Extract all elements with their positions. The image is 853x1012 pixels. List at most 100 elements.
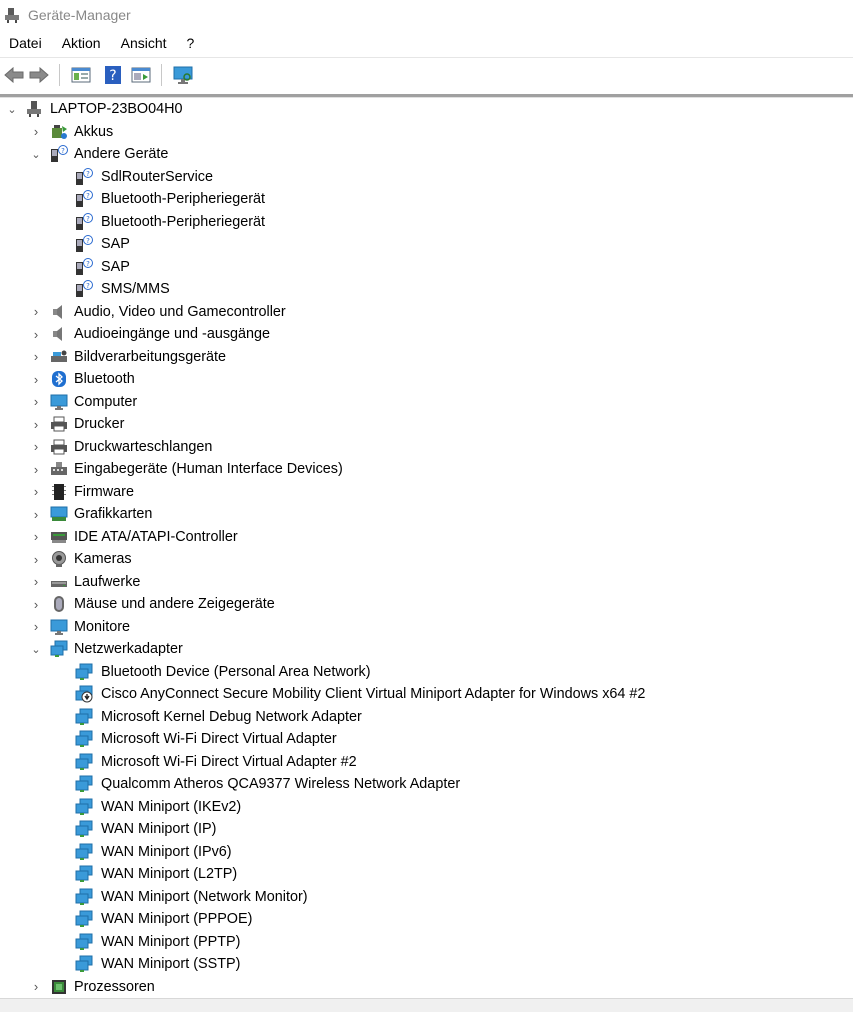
chevron-right-icon[interactable]: › — [30, 597, 42, 612]
tree-item[interactable]: › Akkus — [30, 121, 113, 144]
title-bar: Geräte-Manager — [0, 0, 853, 30]
chevron-right-icon[interactable]: › — [30, 439, 42, 454]
tree-root[interactable]: ⌄ LAPTOP-23BO04H0 — [6, 98, 183, 121]
network-adapter-icon — [75, 910, 93, 928]
chevron-right-icon[interactable]: › — [30, 124, 42, 139]
tree-item[interactable]: WAN Miniport (SSTP) — [75, 953, 240, 976]
properties-icon[interactable] — [70, 64, 92, 86]
tree-item[interactable]: › Laufwerke — [30, 571, 141, 594]
tree-item[interactable]: Bluetooth Device (Personal Area Network) — [75, 661, 371, 684]
tree-item[interactable]: ? Bluetooth-Peripheriegerät — [75, 188, 265, 211]
tree-item[interactable]: › Bluetooth — [30, 368, 135, 391]
tree-item[interactable]: › Eingabegeräte (Human Interface Devices) — [30, 458, 343, 481]
tree-item[interactable]: WAN Miniport (IKEv2) — [75, 796, 241, 819]
chevron-right-icon[interactable]: › — [30, 349, 42, 364]
tree-item[interactable]: › Druckwarteschlangen — [30, 436, 213, 459]
svg-text:?: ? — [86, 192, 90, 200]
tree-item-label: Computer — [74, 393, 138, 410]
chevron-right-icon[interactable]: › — [30, 552, 42, 567]
tree-item-label: WAN Miniport (IPv6) — [101, 843, 232, 860]
monitor-scan-icon[interactable] — [172, 64, 194, 86]
window-title: Geräte-Manager — [28, 7, 131, 23]
tree-item-label: WAN Miniport (L2TP) — [101, 866, 238, 883]
tree-item[interactable]: WAN Miniport (IPv6) — [75, 841, 232, 864]
tree-item[interactable]: › Audio, Video und Gamecontroller — [30, 301, 286, 324]
tree-item[interactable]: ? Bluetooth-Peripheriegerät — [75, 211, 265, 234]
tree-item[interactable]: › Firmware — [30, 481, 134, 504]
chevron-right-icon[interactable]: › — [30, 979, 42, 994]
tree-item-label: SAP — [101, 236, 130, 253]
svg-text:?: ? — [61, 147, 65, 155]
svg-text:?: ? — [109, 68, 116, 84]
tree-item-label: WAN Miniport (PPTP) — [101, 933, 241, 950]
tree-item[interactable]: WAN Miniport (PPPOE) — [75, 908, 252, 931]
chevron-right-icon[interactable]: › — [30, 507, 42, 522]
tree-item-label: LAPTOP-23BO04H0 — [50, 101, 183, 118]
chevron-right-icon[interactable]: › — [30, 394, 42, 409]
tree-item[interactable]: › Prozessoren — [30, 976, 155, 999]
tree-item-label: Monitore — [74, 618, 130, 635]
device-tree[interactable]: ⌄ LAPTOP-23BO04H0 › Akkus ⌄? Andere Geräte? S… — [0, 98, 853, 1000]
tree-item[interactable]: ⌄ Netzwerkadapter — [30, 638, 183, 661]
svg-text:?: ? — [86, 260, 90, 268]
chevron-right-icon[interactable]: › — [30, 417, 42, 432]
tree-item[interactable]: WAN Miniport (IP) — [75, 818, 216, 841]
tree-item[interactable]: Cisco AnyConnect Secure Mobility Client … — [75, 683, 645, 706]
menu-ansicht[interactable]: Ansicht — [111, 30, 177, 57]
tree-item[interactable]: ? SAP — [75, 233, 130, 256]
tree-item[interactable]: WAN Miniport (Network Monitor) — [75, 886, 308, 909]
tree-item[interactable]: Microsoft Wi-Fi Direct Virtual Adapter #… — [75, 751, 357, 774]
scanner-icon — [50, 348, 68, 366]
tree-item[interactable]: › Computer — [30, 391, 137, 414]
tree-item[interactable]: › Bildverarbeitungsgeräte — [30, 346, 226, 369]
network-adapter-icon — [75, 820, 93, 838]
tree-item[interactable]: Qualcomm Atheros QCA9377 Wireless Networ… — [75, 773, 460, 796]
tree-item[interactable]: › IDE ATA/ATAPI-Controller — [30, 526, 238, 549]
chevron-right-icon[interactable]: › — [30, 462, 42, 477]
tree-item[interactable]: Microsoft Wi-Fi Direct Virtual Adapter — [75, 728, 337, 751]
unknown-device-icon: ? — [75, 190, 93, 208]
hid-icon — [50, 460, 68, 478]
network-adapter-icon — [75, 663, 93, 681]
menu-aktion[interactable]: Aktion — [52, 30, 111, 57]
tree-item-label: Akkus — [74, 123, 114, 140]
forward-icon[interactable] — [28, 64, 50, 86]
chevron-right-icon[interactable]: › — [30, 484, 42, 499]
tree-item[interactable]: › Mäuse und andere Zeigegeräte — [30, 593, 275, 616]
tree-item[interactable]: › Kameras — [30, 548, 132, 571]
tree-item[interactable]: WAN Miniport (L2TP) — [75, 863, 237, 886]
tree-item[interactable]: › Grafikkarten — [30, 503, 153, 526]
tree-item[interactable]: › Monitore — [30, 616, 130, 639]
tree-item-label: SdlRouterService — [101, 168, 213, 185]
toolbar: ? — [0, 58, 853, 92]
tree-item[interactable]: ? SAP — [75, 256, 130, 279]
back-icon[interactable] — [3, 64, 25, 86]
chevron-right-icon[interactable]: › — [30, 619, 42, 634]
network-adapter-icon — [75, 865, 93, 883]
chevron-right-icon[interactable]: › — [30, 304, 42, 319]
tree-item-label: Qualcomm Atheros QCA9377 Wireless Networ… — [101, 776, 461, 793]
menu-bar: Datei Aktion Ansicht ? — [0, 30, 853, 58]
tree-item[interactable]: ? SMS/MMS — [75, 278, 170, 301]
tree-item[interactable]: WAN Miniport (PPTP) — [75, 931, 240, 954]
tree-item-label: Andere Geräte — [74, 146, 169, 163]
menu-datei[interactable]: Datei — [0, 30, 52, 57]
tree-item[interactable]: Microsoft Kernel Debug Network Adapter — [75, 706, 362, 729]
tree-item[interactable]: ? SdlRouterService — [75, 166, 213, 189]
tree-item[interactable]: › Drucker — [30, 413, 125, 436]
chevron-down-icon[interactable]: ⌄ — [30, 148, 42, 161]
chevron-down-icon[interactable]: ⌄ — [6, 103, 18, 116]
tree-item-label: WAN Miniport (PPPOE) — [101, 911, 253, 928]
menu-help[interactable]: ? — [177, 30, 205, 57]
chevron-right-icon[interactable]: › — [30, 372, 42, 387]
tree-item-label: Bluetooth-Peripheriegerät — [101, 191, 265, 208]
update-driver-icon[interactable] — [130, 64, 152, 86]
tree-item[interactable]: ⌄? Andere Geräte — [30, 143, 168, 166]
chevron-right-icon[interactable]: › — [30, 574, 42, 589]
chevron-down-icon[interactable]: ⌄ — [30, 643, 42, 656]
tree-item[interactable]: › Audioeingänge und -ausgänge — [30, 323, 270, 346]
mouse-icon — [50, 595, 68, 613]
chevron-right-icon[interactable]: › — [30, 529, 42, 544]
chevron-right-icon[interactable]: › — [30, 327, 42, 342]
help-icon[interactable]: ? — [102, 64, 124, 86]
